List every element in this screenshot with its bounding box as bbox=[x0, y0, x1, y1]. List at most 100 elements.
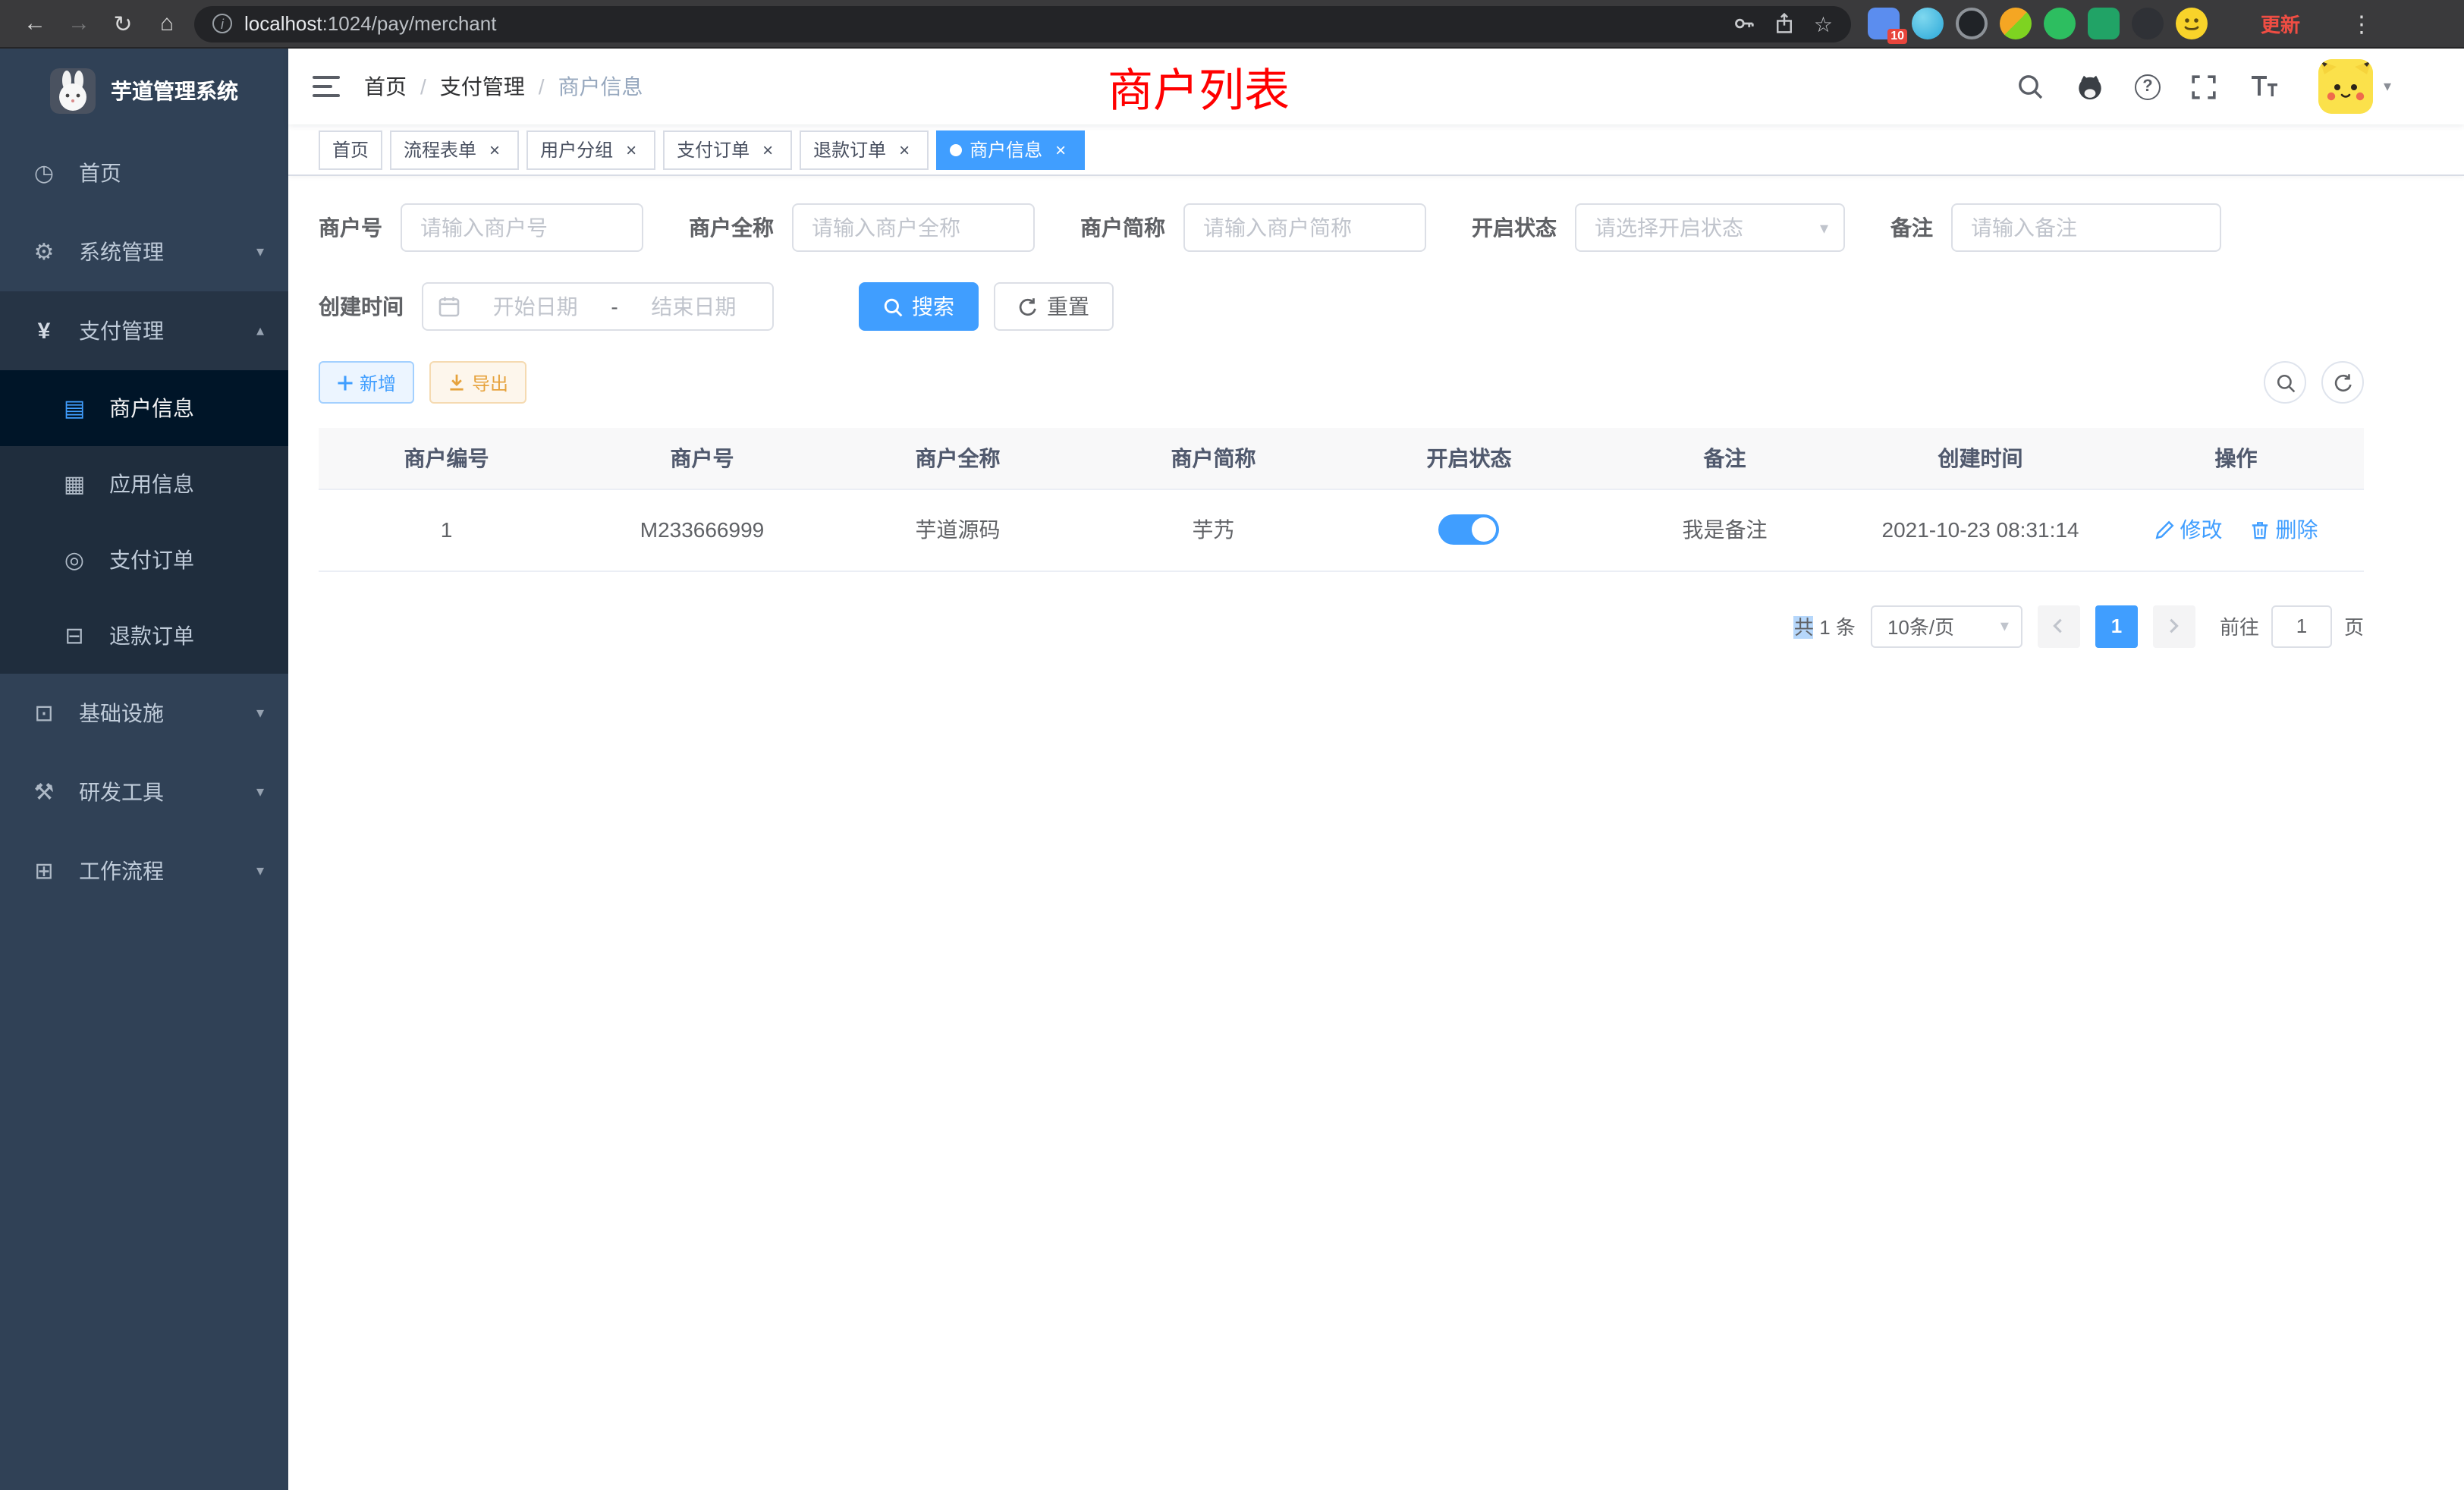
url-text[interactable]: localhost:1024/pay/merchant bbox=[244, 12, 496, 35]
cell-create-time: 2021-10-23 08:31:14 bbox=[1853, 489, 2108, 571]
user-menu[interactable]: ▾ bbox=[2318, 59, 2391, 114]
col-create-time: 创建时间 bbox=[1853, 428, 2108, 489]
pagination-goto: 前往 页 bbox=[2220, 605, 2364, 647]
cell-remark: 我是备注 bbox=[1597, 489, 1853, 571]
browser-home-icon[interactable]: ⌂ bbox=[150, 7, 184, 40]
tab-user-group[interactable]: 用户分组× bbox=[526, 130, 655, 169]
close-icon[interactable]: × bbox=[757, 139, 778, 160]
caret-down-icon: ▾ bbox=[2384, 78, 2391, 95]
sidebar-item-app-info[interactable]: ▦ 应用信息 bbox=[0, 446, 288, 522]
tab-label: 流程表单 bbox=[404, 137, 476, 162]
breadcrumb-home[interactable]: 首页 bbox=[364, 71, 407, 102]
merchant-short-name-input[interactable] bbox=[1183, 203, 1426, 252]
share-icon[interactable] bbox=[1774, 12, 1796, 35]
password-key-icon[interactable] bbox=[1733, 12, 1756, 35]
remark-input[interactable] bbox=[1951, 203, 2221, 252]
user-avatar[interactable] bbox=[2318, 59, 2373, 114]
chevron-down-icon: ▾ bbox=[256, 863, 264, 879]
toggle-search-icon-button[interactable] bbox=[2264, 361, 2306, 404]
chevron-down-icon: ▾ bbox=[256, 244, 264, 260]
page-size-value: 10条/页 bbox=[1887, 611, 1954, 640]
status-select[interactable]: 请选择开启状态 ▾ bbox=[1575, 203, 1845, 252]
document-icon: ⊟ bbox=[61, 622, 88, 649]
extension-icon-7[interactable] bbox=[2132, 8, 2164, 39]
edit-link-label: 修改 bbox=[2180, 514, 2223, 545]
app-shell: 芋道管理系统 ◷ 首页 ⚙ 系统管理 ▾ ¥ 支付管理 ▴ bbox=[0, 49, 2464, 1490]
breadcrumb-payment[interactable]: 支付管理 bbox=[440, 71, 525, 102]
hamburger-icon[interactable] bbox=[288, 49, 364, 124]
url-path: :1024/pay/merchant bbox=[322, 12, 497, 35]
extension-icon-6[interactable] bbox=[2088, 8, 2120, 39]
browser-forward-icon[interactable]: → bbox=[62, 7, 96, 40]
extension-icon-5[interactable] bbox=[2044, 8, 2076, 39]
address-bar[interactable]: i localhost:1024/pay/merchant ☆ bbox=[194, 5, 1851, 42]
export-button-label: 导出 bbox=[472, 369, 508, 395]
tab-label: 支付订单 bbox=[677, 137, 750, 162]
browser-update-button[interactable]: 更新 bbox=[2261, 9, 2300, 38]
close-icon[interactable]: × bbox=[894, 139, 915, 160]
merchant-no-input[interactable] bbox=[401, 203, 643, 252]
github-icon[interactable] bbox=[2074, 70, 2107, 103]
merchant-full-name-input[interactable] bbox=[792, 203, 1035, 252]
sidebar-item-pay-order[interactable]: ◎ 支付订单 bbox=[0, 522, 288, 598]
sidebar-item-system[interactable]: ⚙ 系统管理 ▾ bbox=[0, 212, 288, 291]
tab-home[interactable]: 首页 bbox=[319, 130, 382, 169]
help-icon[interactable]: ? bbox=[2135, 74, 2161, 99]
prev-page-button[interactable] bbox=[2038, 605, 2080, 647]
browser-back-icon[interactable]: ← bbox=[18, 7, 52, 40]
tab-pay-order[interactable]: 支付订单 × bbox=[663, 130, 792, 169]
sidebar-item-label: 基础设施 bbox=[79, 698, 164, 728]
search-button-label: 搜索 bbox=[912, 291, 954, 322]
sidebar-item-label: 支付订单 bbox=[109, 545, 194, 575]
extension-icon-1[interactable]: 10 bbox=[1868, 8, 1900, 39]
sidebar-item-home[interactable]: ◷ 首页 bbox=[0, 134, 288, 212]
sidebar-item-infrastructure[interactable]: ⊡ 基础设施 ▾ bbox=[0, 674, 288, 753]
extension-badge: 10 bbox=[1887, 29, 1907, 44]
page-size-select[interactable]: 10条/页 ▾ bbox=[1871, 605, 2022, 647]
filter-remark: 备注 bbox=[1890, 203, 2221, 252]
close-icon[interactable]: × bbox=[484, 139, 505, 160]
export-button[interactable]: 导出 bbox=[429, 361, 526, 404]
pagination: 共 1 条 10条/页 ▾ 1 前往 页 bbox=[319, 605, 2364, 647]
page-1-button[interactable]: 1 bbox=[2095, 605, 2138, 647]
field-label: 商户简称 bbox=[1080, 212, 1165, 243]
search-button[interactable]: 搜索 bbox=[859, 282, 979, 331]
sidebar-item-payment[interactable]: ¥ 支付管理 ▴ bbox=[0, 291, 288, 370]
page-content: 商户号 商户全称 商户简称 开启状态 请选择开启状态 bbox=[288, 176, 2464, 1490]
app-logo[interactable]: 芋道管理系统 bbox=[0, 49, 288, 134]
close-icon[interactable]: × bbox=[1050, 139, 1071, 160]
app-title: 芋道管理系统 bbox=[111, 76, 238, 106]
sidebar-item-dev-tools[interactable]: ⚒ 研发工具 ▾ bbox=[0, 753, 288, 831]
delete-link[interactable]: 删除 bbox=[2250, 514, 2318, 545]
filter-status: 开启状态 请选择开启状态 ▾ bbox=[1472, 203, 1845, 252]
font-size-icon[interactable] bbox=[2249, 70, 2282, 103]
search-icon[interactable] bbox=[2013, 70, 2047, 103]
add-button[interactable]: 新增 bbox=[319, 361, 414, 404]
tab-label: 首页 bbox=[332, 137, 369, 162]
browser-reload-icon[interactable]: ↻ bbox=[106, 7, 140, 40]
sidebar-item-label: 商户信息 bbox=[109, 393, 194, 423]
next-page-button[interactable] bbox=[2153, 605, 2195, 647]
extension-smiley-icon[interactable] bbox=[2176, 8, 2208, 39]
edit-link[interactable]: 修改 bbox=[2154, 514, 2223, 545]
date-range-picker[interactable]: 开始日期 - 结束日期 bbox=[422, 282, 774, 331]
sidebar-item-merchant-info[interactable]: ▤ 商户信息 bbox=[0, 370, 288, 446]
tab-merchant-info[interactable]: 商户信息× bbox=[936, 130, 1085, 169]
tab-process-form[interactable]: 流程表单 × bbox=[390, 130, 519, 169]
fullscreen-icon[interactable] bbox=[2188, 70, 2221, 103]
reset-button[interactable]: 重置 bbox=[994, 282, 1114, 331]
goto-page-input[interactable] bbox=[2271, 605, 2332, 647]
status-toggle[interactable] bbox=[1439, 514, 1500, 545]
bookmark-star-icon[interactable]: ☆ bbox=[1814, 13, 1833, 34]
sidebar-item-workflow[interactable]: ⊞ 工作流程 ▾ bbox=[0, 831, 288, 910]
sidebar-item-refund-order[interactable]: ⊟ 退款订单 bbox=[0, 598, 288, 674]
extension-icon-4[interactable] bbox=[2000, 8, 2032, 39]
tab-refund-order[interactable]: 退款订单× bbox=[800, 130, 929, 169]
monitor-icon: ⊡ bbox=[30, 699, 58, 727]
refresh-icon-button[interactable] bbox=[2321, 361, 2364, 404]
site-info-icon[interactable]: i bbox=[212, 14, 232, 33]
extension-icon-3[interactable] bbox=[1956, 8, 1988, 39]
browser-menu-icon[interactable]: ⋮ bbox=[2350, 10, 2373, 37]
extension-icon-2[interactable] bbox=[1912, 8, 1944, 39]
close-icon[interactable]: × bbox=[621, 139, 642, 160]
